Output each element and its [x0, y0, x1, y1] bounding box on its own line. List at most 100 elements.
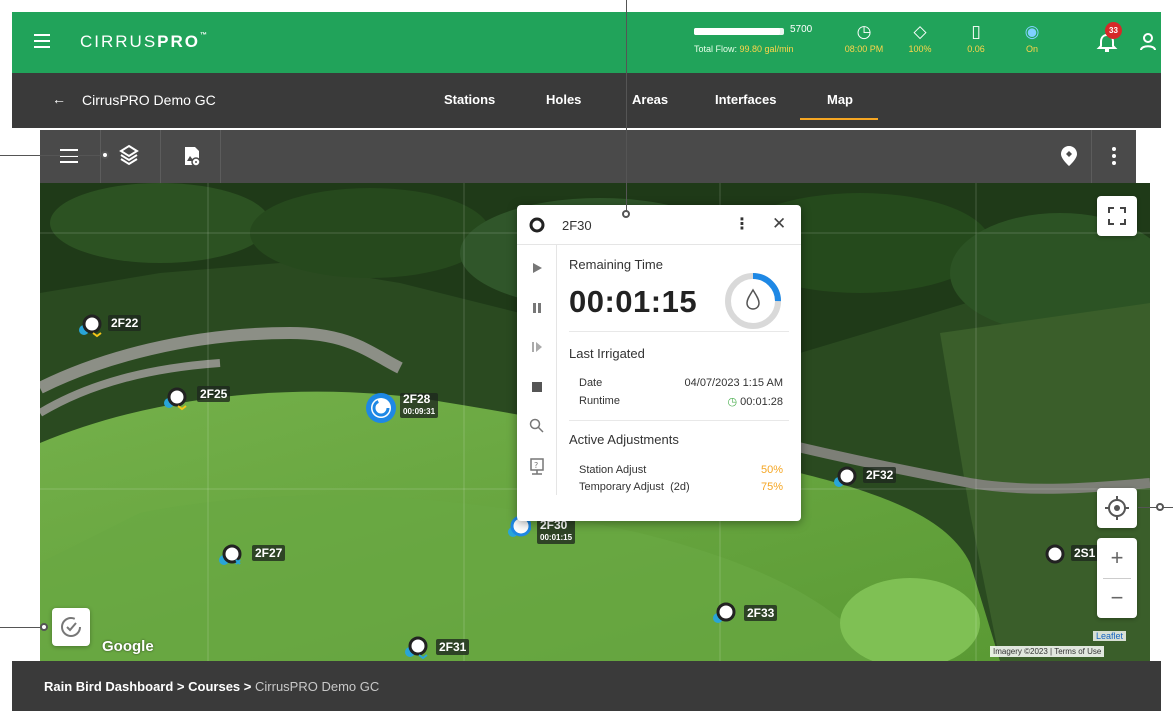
map-toolbar	[40, 130, 1136, 183]
sprinkler-icon	[713, 602, 736, 623]
popup-action-bar: ?	[517, 245, 557, 495]
callout-line	[0, 155, 104, 156]
runtime-value: 00:01:28	[740, 396, 783, 408]
schedule-stat[interactable]: ◷ 08:00 PM	[840, 20, 888, 54]
check-circle-icon	[61, 617, 81, 637]
rain-gauge-stat[interactable]: ▯ 0.06	[952, 20, 1000, 54]
layers-icon[interactable]	[119, 144, 139, 166]
station-marker[interactable]: 2F22	[78, 313, 218, 343]
user-icon[interactable]	[1138, 32, 1158, 52]
station-popup: 2F30 ⋮ ✕ ? Remaining Time 00:01:15 Last …	[517, 205, 801, 521]
callout-dot	[40, 623, 48, 631]
back-arrow-icon[interactable]: ←	[52, 91, 66, 107]
tab-areas[interactable]: Areas	[632, 92, 668, 107]
list-menu-icon[interactable]	[60, 149, 78, 163]
select-stations-button[interactable]	[52, 608, 90, 646]
breadcrumb-current: CirrusPRO Demo GC	[255, 679, 380, 694]
station-marker-running[interactable]: 2F28 00:09:31	[364, 391, 504, 423]
remaining-time-value: 00:01:15	[569, 284, 698, 319]
help-station-icon[interactable]: ?	[529, 458, 545, 476]
breadcrumb-dashboard[interactable]: Rain Bird Dashboard	[44, 679, 173, 694]
station-marker[interactable]: 2F25	[163, 386, 303, 416]
water-drop-icon	[746, 288, 760, 310]
sprinkler-icon	[834, 466, 857, 487]
zoom-in-button[interactable]: +	[1097, 538, 1137, 578]
sprinkler-icon	[219, 544, 242, 565]
callout-dot	[101, 151, 109, 159]
runtime-label: Runtime	[579, 395, 620, 407]
flow-progress-bar	[694, 28, 784, 35]
popup-header: 2F30 ⋮ ✕	[517, 205, 801, 245]
stop-icon[interactable]	[531, 381, 543, 393]
station-marker[interactable]: 2F33	[712, 601, 852, 631]
flow-max-value: 5700	[790, 24, 813, 35]
callout-dot	[622, 210, 630, 218]
zoom-control: + −	[1097, 538, 1137, 618]
station-marker[interactable]: 2F27	[218, 543, 358, 573]
date-label: Date	[579, 377, 603, 389]
weather-sync-stat[interactable]: ◉ On	[1008, 20, 1056, 54]
weather-sync-icon: ◉	[1024, 22, 1040, 41]
fullscreen-icon	[1108, 207, 1126, 225]
station-marker[interactable]: 2F32	[833, 465, 973, 495]
more-vertical-icon[interactable]	[1112, 147, 1116, 165]
sprinkler-icon	[405, 636, 428, 660]
date-value: 04/07/2023 1:15 AM	[684, 377, 783, 389]
tab-map[interactable]: Map	[827, 92, 853, 107]
active-adjustments-label: Active Adjustments	[569, 432, 679, 447]
sprinkler-icon	[164, 387, 187, 411]
pause-icon[interactable]	[531, 302, 543, 314]
popup-more-icon[interactable]: ⋮	[734, 214, 750, 234]
water-drop-icon: ◇	[913, 22, 927, 41]
crosshair-icon	[1105, 496, 1129, 520]
google-logo: Google	[102, 638, 154, 655]
search-icon[interactable]	[529, 418, 545, 434]
last-irrigated-label: Last Irrigated	[569, 346, 645, 361]
leaflet-link[interactable]: Leaflet	[1093, 631, 1127, 641]
station-marker[interactable]: 2F31	[404, 635, 544, 661]
notification-badge: 33	[1105, 22, 1122, 39]
callout-line	[626, 0, 627, 213]
gauge-icon: ▯	[971, 22, 981, 41]
temporary-adjust-value: 75%	[760, 481, 783, 493]
tab-interfaces[interactable]: Interfaces	[715, 92, 776, 107]
station-status-icon	[529, 217, 545, 233]
sprinkler-icon	[1045, 544, 1065, 564]
nav-bar: ← CirrusPRO Demo GC Stations Holes Areas…	[12, 73, 1161, 128]
breadcrumb-trail: Rain Bird Dashboard > Courses > CirrusPR…	[44, 679, 380, 694]
sprinkler-icon	[79, 314, 102, 338]
active-tab-indicator	[800, 118, 878, 120]
popup-station-name: 2F30	[562, 218, 592, 233]
image-file-icon[interactable]	[182, 145, 202, 167]
breadcrumb: Rain Bird Dashboard > Courses > CirrusPR…	[12, 661, 1161, 711]
hamburger-menu-icon[interactable]	[34, 34, 50, 48]
flow-label: Total Flow: 99.80 gal/min	[694, 44, 794, 54]
clock-small-icon: ◷	[727, 396, 738, 408]
my-location-button[interactable]	[1097, 488, 1137, 528]
water-budget-stat[interactable]: ◇ 100%	[896, 20, 944, 54]
fullscreen-button[interactable]	[1097, 196, 1137, 236]
station-adjust-value: 50%	[760, 464, 783, 476]
breadcrumb-courses[interactable]: Courses	[188, 679, 240, 694]
tab-holes[interactable]: Holes	[546, 92, 581, 107]
progress-ring	[725, 273, 781, 329]
temporary-adjust-label: Temporary Adjust (2d)	[579, 481, 690, 493]
brand-logo: CIRRUSPRO™	[80, 32, 210, 51]
top-bar: CIRRUSPRO™ 5700 Total Flow: 99.80 gal/mi…	[12, 12, 1161, 73]
advance-icon[interactable]	[531, 341, 543, 353]
tab-stations[interactable]: Stations	[444, 92, 495, 107]
location-pin-icon[interactable]	[1060, 145, 1078, 167]
total-flow-widget[interactable]: 5700 Total Flow: 99.80 gal/min	[694, 22, 826, 62]
app-root: CIRRUSPRO™ 5700 Total Flow: 99.80 gal/mi…	[0, 0, 1173, 711]
station-adjust-label: Station Adjust	[579, 464, 647, 476]
clock-icon: ◷	[856, 22, 872, 41]
popup-close-icon[interactable]: ✕	[772, 214, 786, 234]
zoom-out-button[interactable]: −	[1097, 578, 1137, 618]
play-icon[interactable]	[531, 262, 543, 274]
sprinkler-running-icon	[366, 393, 396, 423]
remaining-time-label: Remaining Time	[569, 257, 663, 272]
callout-dot	[1156, 503, 1164, 511]
course-title: CirrusPRO Demo GC	[82, 92, 216, 108]
map-attribution[interactable]: Imagery ©2023 | Terms of Use	[990, 646, 1105, 657]
svg-text:?: ?	[534, 461, 538, 470]
